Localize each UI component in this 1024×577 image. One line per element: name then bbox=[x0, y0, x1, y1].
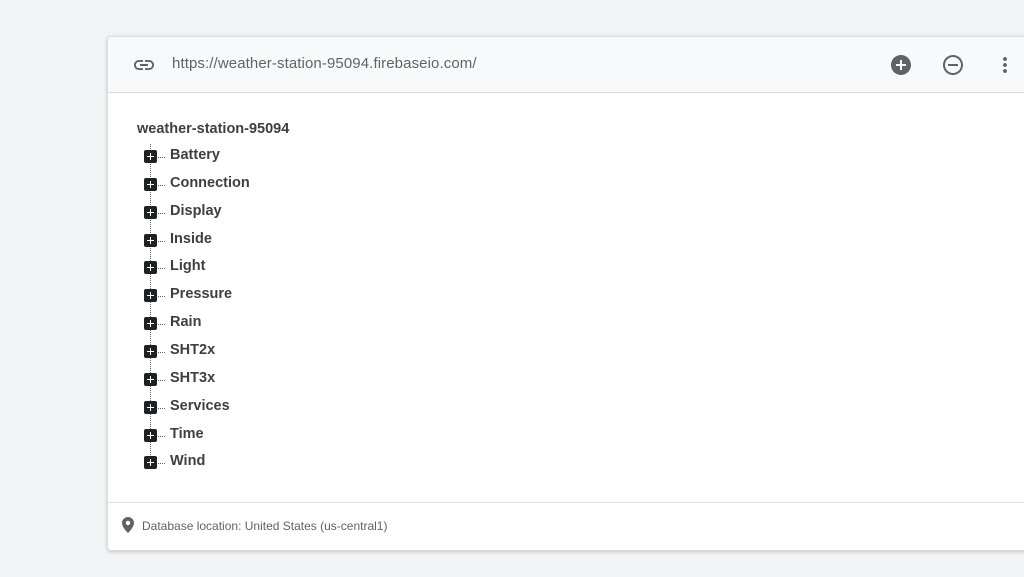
expand-plus-icon[interactable] bbox=[144, 289, 157, 303]
tree-node-label[interactable]: Wind bbox=[170, 453, 205, 469]
tree-branch-line bbox=[158, 463, 165, 465]
tree-node-battery: Battery bbox=[144, 146, 444, 166]
tree-branch-line bbox=[158, 407, 165, 409]
expand-plus-icon[interactable] bbox=[144, 261, 157, 275]
tree-branch-line bbox=[158, 351, 165, 353]
add-circle-icon[interactable] bbox=[889, 53, 913, 77]
expand-plus-icon[interactable] bbox=[144, 344, 157, 358]
tree-node-sht2x: SHT2x bbox=[144, 341, 444, 361]
expand-plus-icon[interactable] bbox=[144, 372, 157, 386]
tree-root-label[interactable]: weather-station-95094 bbox=[137, 121, 289, 137]
tree-branch-line bbox=[158, 435, 165, 437]
tree-node-light: Light bbox=[144, 257, 444, 277]
tree-branch-line bbox=[158, 324, 165, 326]
tree-node-sht3x: SHT3x bbox=[144, 369, 444, 389]
tree-branch-line bbox=[158, 184, 165, 186]
expand-plus-icon[interactable] bbox=[144, 400, 157, 414]
tree-node-display: Display bbox=[144, 202, 444, 222]
tree-branch-line bbox=[158, 296, 165, 298]
tree-branch-line bbox=[158, 240, 165, 242]
tree-node-label[interactable]: Battery bbox=[170, 147, 220, 163]
tree-node-label[interactable]: Display bbox=[170, 203, 222, 219]
expand-plus-icon[interactable] bbox=[144, 428, 157, 442]
tree-node-label[interactable]: Connection bbox=[170, 175, 250, 191]
tree-node-label[interactable]: Services bbox=[170, 398, 230, 414]
footer: Database location: United States (us-cen… bbox=[108, 502, 1024, 550]
tree-node-pressure: Pressure bbox=[144, 285, 444, 305]
tree-branch-line bbox=[158, 212, 165, 214]
tree-node-services: Services bbox=[144, 397, 444, 417]
tree-node-wind: Wind bbox=[144, 452, 444, 472]
database-location-text: Database location: United States (us-cen… bbox=[142, 519, 388, 533]
tree-branch-line bbox=[158, 379, 165, 381]
tree-branch-line bbox=[158, 268, 165, 270]
expand-plus-icon[interactable] bbox=[144, 456, 157, 470]
tree-node-inside: Inside bbox=[144, 230, 444, 250]
more-vert-icon[interactable] bbox=[993, 53, 1017, 77]
tree-node-label[interactable]: SHT2x bbox=[170, 342, 215, 358]
tree-node-label[interactable]: Light bbox=[170, 258, 205, 274]
database-panel: https://weather-station-95094.firebaseio… bbox=[107, 36, 1024, 551]
tree-node-time: Time bbox=[144, 425, 444, 445]
tree-node-connection: Connection bbox=[144, 174, 444, 194]
tree-node-label[interactable]: Time bbox=[170, 426, 204, 442]
expand-plus-icon[interactable] bbox=[144, 205, 157, 219]
tree-node-label[interactable]: Rain bbox=[170, 314, 201, 330]
expand-plus-icon[interactable] bbox=[144, 177, 157, 191]
location-pin-icon bbox=[122, 517, 134, 533]
tree-node-label[interactable]: SHT3x bbox=[170, 370, 215, 386]
tree-node-rain: Rain bbox=[144, 313, 444, 333]
tree-node-label[interactable]: Pressure bbox=[170, 286, 232, 302]
expand-plus-icon[interactable] bbox=[144, 150, 157, 163]
remove-circle-icon[interactable] bbox=[941, 53, 965, 77]
link-icon bbox=[132, 53, 156, 77]
expand-plus-icon[interactable] bbox=[144, 233, 157, 247]
database-url[interactable]: https://weather-station-95094.firebaseio… bbox=[172, 55, 477, 72]
tree-node-label[interactable]: Inside bbox=[170, 231, 212, 247]
tree-branch-line bbox=[158, 157, 165, 158]
expand-plus-icon[interactable] bbox=[144, 317, 157, 331]
url-toolbar: https://weather-station-95094.firebaseio… bbox=[108, 37, 1024, 93]
